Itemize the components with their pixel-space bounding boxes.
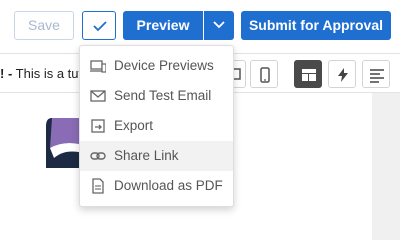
chevron-down-icon [213, 21, 225, 29]
lightning-icon [338, 68, 348, 82]
canvas-side-panel [372, 93, 400, 240]
checkmark-icon [93, 21, 107, 32]
layout-icon [302, 69, 316, 81]
check-button[interactable] [82, 11, 116, 40]
subject-text: This is a tut [12, 66, 83, 81]
menu-item-label: Device Previews [114, 58, 214, 73]
menu-item-device-previews[interactable]: Device Previews [80, 51, 233, 81]
menu-item-label: Send Test Email [114, 88, 212, 103]
menu-item-send-test-email[interactable]: Send Test Email [80, 81, 233, 111]
menu-item-label: Export [114, 118, 154, 133]
preview-dropdown-menu: Device Previews Send Test Email Export S… [79, 45, 234, 207]
devices-icon [90, 60, 106, 73]
email-subject: ! - This is a tut [0, 66, 82, 81]
menu-item-label: Download as PDF [114, 178, 223, 193]
export-icon [91, 119, 105, 133]
subject-prefix: ! - [0, 66, 13, 81]
layout-view-button[interactable] [294, 60, 322, 88]
link-icon [90, 152, 106, 160]
text-align-button[interactable] [362, 60, 390, 88]
submit-for-approval-button[interactable]: Submit for Approval [241, 11, 391, 40]
preview-dropdown-toggle[interactable] [204, 11, 234, 40]
menu-item-share-link[interactable]: Share Link [80, 141, 233, 171]
mobile-view-button[interactable] [250, 60, 278, 88]
text-align-icon [370, 69, 384, 83]
pdf-file-icon [92, 178, 104, 194]
menu-item-download-pdf[interactable]: Download as PDF [80, 171, 233, 201]
save-button[interactable]: Save [14, 11, 74, 40]
lightning-button[interactable] [328, 60, 356, 88]
top-toolbar: Save Preview Submit for Approval [0, 0, 400, 50]
menu-item-export[interactable]: Export [80, 111, 233, 141]
preview-button[interactable]: Preview [123, 11, 203, 40]
menu-item-label: Share Link [114, 148, 179, 163]
mobile-icon [260, 67, 270, 83]
envelope-icon [90, 90, 106, 102]
